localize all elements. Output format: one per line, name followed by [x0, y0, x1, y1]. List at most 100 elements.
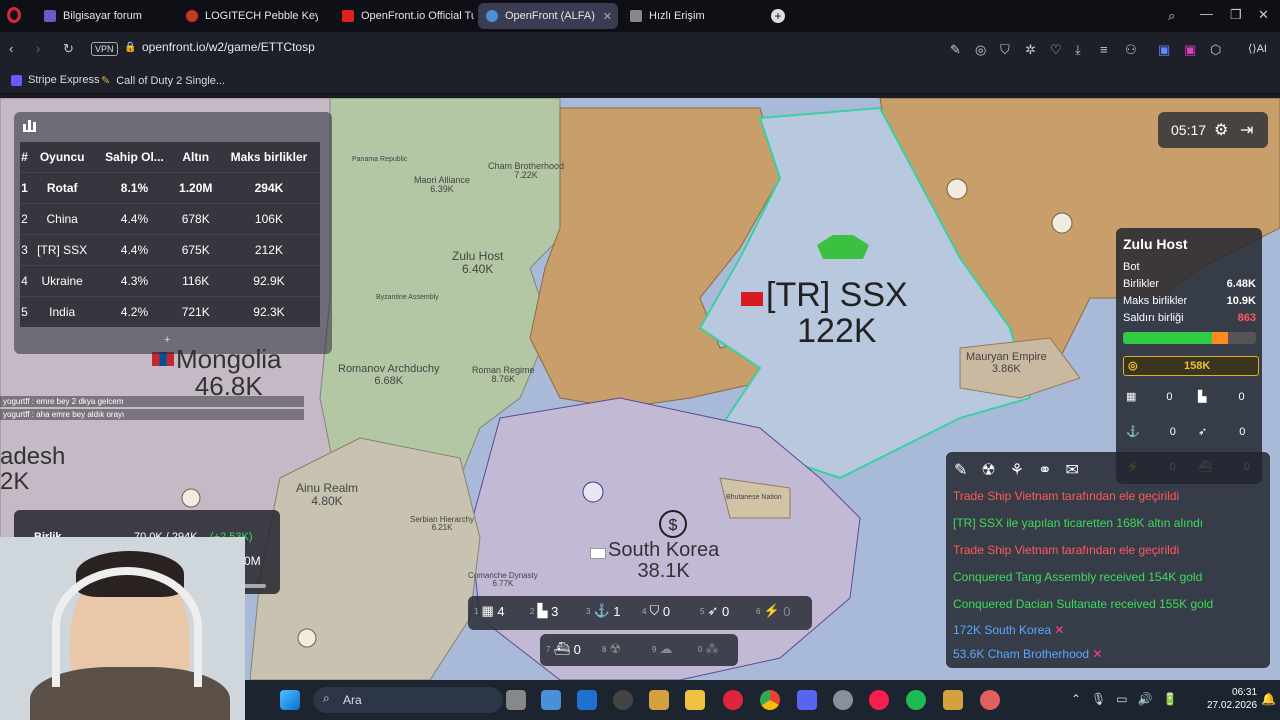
tab-bilgisayar-forum[interactable]: Bilgisayar forum	[36, 3, 174, 29]
build-bar-2: 7 ⛴ 0 8 ☢ 9 ☁ 0 ⁂	[540, 634, 738, 666]
new-tab-button[interactable]: +	[771, 9, 785, 23]
app-icon[interactable]	[943, 690, 963, 710]
nuke-icon[interactable]: ☢	[981, 460, 995, 480]
notification-icon[interactable]: 🔔	[1261, 692, 1276, 706]
map-label-romanov: Romanov Archduchy 6.68K	[338, 363, 440, 387]
app-icon[interactable]	[980, 690, 1000, 710]
tab-favicon-icon	[44, 10, 56, 22]
edit-icon[interactable]: ✎	[950, 42, 961, 58]
map-label-ainu: Ainu Realm 4.80K	[296, 481, 359, 508]
warship-icon: ⛴	[553, 641, 570, 656]
media-player-icon[interactable]	[613, 690, 633, 710]
col-player[interactable]: Oyuncu	[28, 142, 96, 172]
leaderboard-expand-button[interactable]: +	[164, 334, 170, 346]
store-icon[interactable]	[541, 690, 561, 710]
search-icon[interactable]: ⌕	[1168, 8, 1175, 24]
forward-icon[interactable]: ›	[36, 41, 40, 56]
back-icon[interactable]: ‹	[9, 41, 13, 56]
table-row[interactable]: 5 India 4.2% 721K 92.3K	[20, 295, 320, 327]
download-icon[interactable]: ⤓	[1075, 42, 1081, 58]
opera-icon[interactable]	[723, 690, 743, 710]
map-label-comanche: Comanche Dynasty 6.77K	[468, 571, 538, 589]
build-factory[interactable]: 2 ▙ 3	[530, 603, 558, 619]
build-warship[interactable]: 7 ⛴ 0	[546, 641, 581, 657]
settings-icon[interactable]: ⚙	[1214, 120, 1228, 140]
shield-icon[interactable]: ⛉	[1000, 42, 1010, 58]
ai-button[interactable]: ⟨⟩AI	[1248, 42, 1267, 55]
office-icon[interactable]	[649, 690, 669, 710]
alliance-icon[interactable]: ⚭	[1038, 460, 1051, 480]
file-explorer-icon[interactable]	[685, 690, 705, 710]
bomb-icon: ☁	[659, 641, 673, 656]
city-icon[interactable]	[582, 481, 604, 503]
shield-icon: ⛉	[649, 603, 660, 618]
dismiss-icon[interactable]: ✕	[1092, 647, 1102, 661]
spotify-icon[interactable]	[906, 690, 926, 710]
tab-logitech[interactable]: LOGITECH Pebble Keys 2 K	[178, 3, 318, 29]
build-nuke[interactable]: 8 ☢	[602, 641, 621, 657]
settings-app-icon[interactable]	[833, 690, 853, 710]
brush-icon[interactable]: ✎	[954, 460, 967, 480]
coin-icon: ◎	[1128, 360, 1138, 372]
exit-icon[interactable]: ⇥	[1240, 120, 1253, 140]
close-tab-icon[interactable]: ✕	[603, 10, 612, 23]
heart-icon[interactable]: ♡	[1050, 42, 1062, 58]
dismiss-icon[interactable]: ✕	[1054, 623, 1064, 637]
url-field[interactable]: openfront.io/w2/game/ETTCtosp	[142, 40, 315, 54]
minimize-icon[interactable]: —	[1200, 6, 1213, 21]
build-defense[interactable]: 4 ⛉ 0	[642, 603, 670, 619]
build-mirv[interactable]: 0 ⁂	[698, 641, 718, 657]
leaderboard-chart-icon[interactable]	[23, 120, 36, 132]
build-missile[interactable]: 5 ➶ 0	[700, 603, 729, 619]
tab-openfront-tutorial[interactable]: OpenFront.io Official Tuto	[334, 3, 474, 29]
bookmark-cod2[interactable]: ✎ Call of Duty 2 Single...	[101, 74, 225, 88]
opera-gx-icon[interactable]	[869, 690, 889, 710]
factory-icon[interactable]	[181, 488, 201, 508]
reload-icon[interactable]: ↻	[63, 41, 74, 57]
tab-hizli-erisim[interactable]: Hızlı Erişim	[622, 3, 762, 29]
cube-icon[interactable]: ⬡	[1210, 42, 1221, 58]
build-port[interactable]: 3 ⚓ 1	[586, 603, 621, 619]
chrome-icon[interactable]	[760, 690, 780, 710]
close-window-icon[interactable]: ✕	[1258, 7, 1269, 23]
table-row[interactable]: 3 [TR] SSX 4.4% 675K 212K	[20, 233, 320, 265]
attack-troops-row: Saldırı birliği 863	[1123, 312, 1256, 324]
dollar-sign: $	[669, 517, 678, 534]
translate-icon[interactable]: ▣	[1158, 42, 1170, 58]
col-rank[interactable]: #	[20, 142, 29, 172]
task-view-icon[interactable]	[506, 690, 526, 710]
factory-icon[interactable]	[946, 178, 968, 200]
vpn-badge[interactable]: VPN	[91, 42, 118, 56]
bookmark-stripe[interactable]: Stripe Express	[11, 74, 100, 86]
extension-icon[interactable]: ✲	[1025, 42, 1036, 58]
clock[interactable]: 06:31 27.02.2026	[1207, 686, 1257, 712]
attack-ratio-slider[interactable]	[244, 584, 266, 588]
chat-icon[interactable]: ✉	[1066, 460, 1079, 480]
mail-icon[interactable]	[577, 690, 597, 710]
taskbar-search[interactable]: ⌕ Ara	[313, 687, 503, 713]
discord-icon[interactable]	[797, 690, 817, 710]
table-row[interactable]: 2 China 4.4% 678K 106K	[20, 202, 320, 234]
build-sam[interactable]: 6 ⚡ 0	[756, 603, 791, 619]
table-row[interactable]: 1 Rotaf 8.1% 1.20M 294K	[20, 171, 320, 203]
col-troops[interactable]: Maks birlikler	[217, 142, 320, 172]
twitch-icon[interactable]: ▣	[1184, 42, 1196, 58]
windows-start-icon[interactable]	[280, 690, 300, 710]
camera-icon[interactable]: ◎	[975, 42, 986, 58]
profile-icon[interactable]: ⚇	[1125, 42, 1137, 58]
build-city[interactable]: 1 ▦ 4	[474, 603, 505, 619]
menu-icon[interactable]: ≡	[1100, 42, 1108, 57]
donate-icon[interactable]: ⚘	[1010, 460, 1024, 480]
tray-icons[interactable]: ⌃🎙▭🔊🔋	[1071, 692, 1188, 706]
col-gold[interactable]: Altın	[173, 142, 218, 172]
opera-logo-icon[interactable]	[7, 7, 21, 23]
restore-icon[interactable]: ❐	[1230, 7, 1242, 23]
factory-icon[interactable]	[1051, 212, 1073, 234]
col-owned[interactable]: Sahip Ol...	[95, 142, 174, 172]
factory-icon[interactable]	[297, 628, 317, 648]
feed-message: Trade Ship Vietnam tarafından ele geçiri…	[953, 489, 1180, 503]
table-row[interactable]: 4 Ukraine 4.3% 116K 92.9K	[20, 264, 320, 296]
map-label-tr-ssx: [TR] SSX 122K	[766, 276, 908, 350]
tab-openfront-alfa[interactable]: OpenFront (ALFA) ✕	[478, 3, 618, 29]
build-hydrogen-bomb[interactable]: 9 ☁	[652, 641, 672, 657]
